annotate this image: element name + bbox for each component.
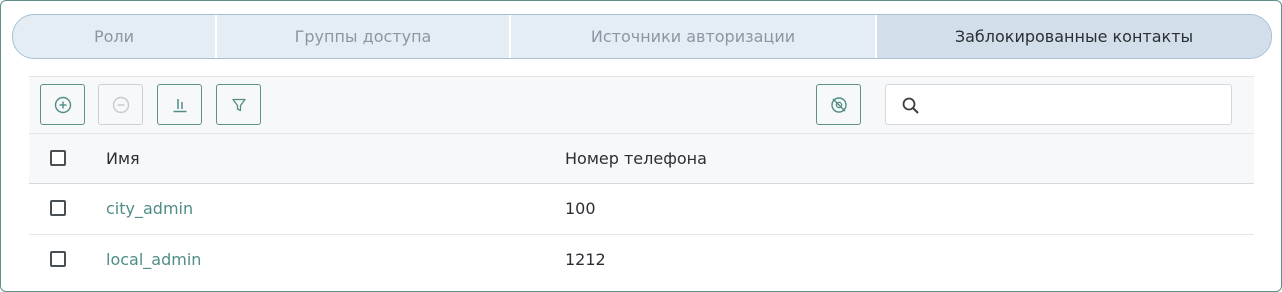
hide-icon: [830, 96, 847, 113]
columns-icon: [173, 98, 186, 112]
columns-button[interactable]: [157, 84, 202, 125]
table-row[interactable]: city_admin 100: [29, 184, 1254, 235]
contact-name-link[interactable]: city_admin: [106, 184, 193, 234]
remove-button[interactable]: [98, 84, 143, 125]
table-header: Имя Номер телефона: [29, 133, 1254, 184]
row-checkbox[interactable]: [50, 200, 66, 216]
tab-roles[interactable]: Роли: [13, 15, 217, 58]
tab-blocked-contacts[interactable]: Заблокированные контакты: [877, 15, 1271, 58]
contacts-table: Имя Номер телефона city_admin 100 local_…: [29, 133, 1254, 286]
contact-phone: 100: [565, 199, 596, 218]
blocked-contacts-panel: Роли Группы доступа Источники авторизаци…: [0, 0, 1282, 292]
tab-bar: Роли Группы доступа Источники авторизаци…: [12, 14, 1272, 59]
filter-button[interactable]: [216, 84, 261, 125]
row-checkbox[interactable]: [50, 251, 66, 267]
search-icon: [902, 97, 919, 114]
remove-circle-icon: [112, 96, 129, 113]
search-box[interactable]: [885, 84, 1232, 125]
add-circle-icon: [54, 96, 71, 113]
column-header-name[interactable]: Имя: [106, 134, 140, 184]
contact-phone: 1212: [565, 250, 606, 269]
toolbar: [29, 76, 1254, 133]
table-row[interactable]: local_admin 1212: [29, 235, 1254, 286]
tab-auth-sources[interactable]: Источники авторизации: [511, 15, 877, 58]
tab-access-groups[interactable]: Группы доступа: [217, 15, 511, 58]
hide-button[interactable]: [816, 84, 861, 125]
select-all-checkbox[interactable]: [50, 150, 66, 166]
contact-name-link[interactable]: local_admin: [106, 235, 201, 285]
column-header-phone[interactable]: Номер телефона: [565, 134, 707, 184]
search-input[interactable]: [928, 91, 1222, 120]
filter-icon: [231, 98, 246, 111]
add-button[interactable]: [40, 84, 85, 125]
